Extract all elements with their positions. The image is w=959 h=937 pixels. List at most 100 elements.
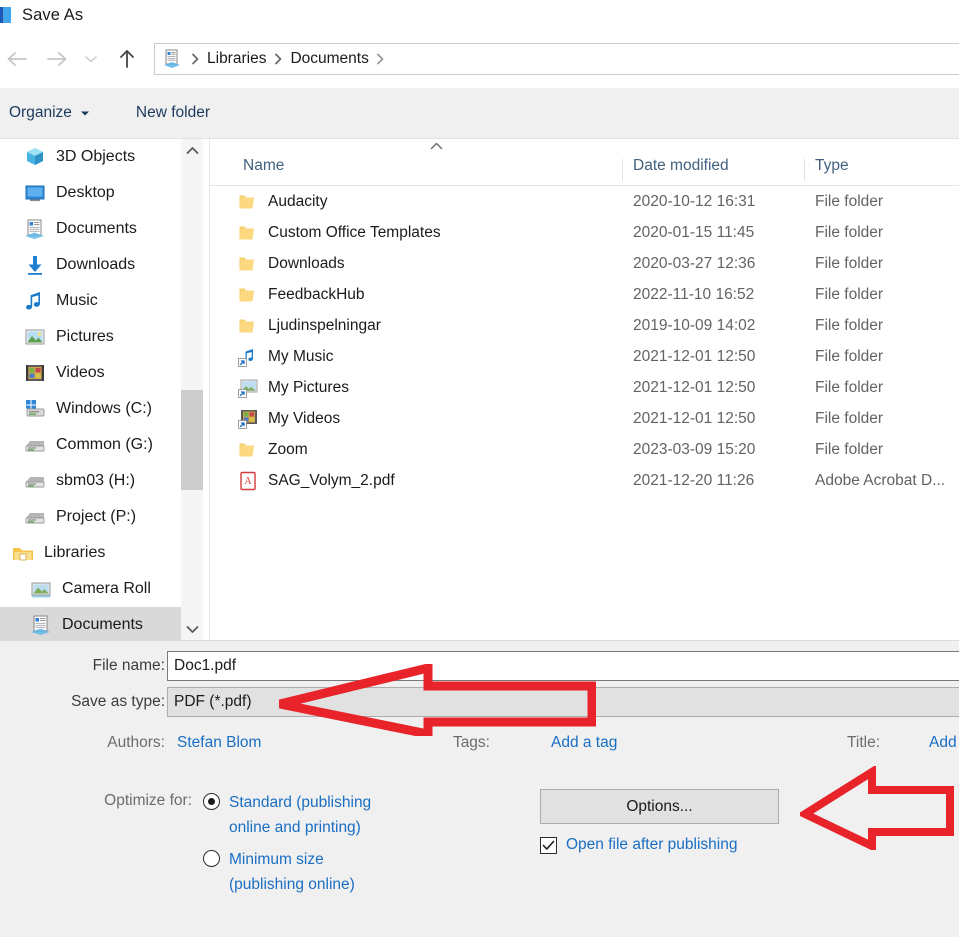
save-as-type-dropdown[interactable]: PDF (*.pdf)	[167, 687, 959, 717]
table-row[interactable]: FeedbackHub 2022-11-10 16:52 File folder	[210, 279, 959, 310]
network-drive-icon	[24, 506, 46, 528]
table-row[interactable]: My Videos 2021-12-01 12:50 File folder	[210, 403, 959, 434]
organize-button[interactable]: Organize	[3, 100, 96, 126]
documents-library-icon	[163, 49, 181, 69]
table-row[interactable]: My Pictures 2021-12-01 12:50 File folder	[210, 372, 959, 403]
save-as-dialog: Save As Libraries Documents Organize New…	[0, 0, 959, 937]
file-row-type-cell: File folder	[815, 254, 884, 272]
radio-standard-label: Standard (publishing online and printing…	[229, 790, 371, 840]
sidebar-item-desktop[interactable]: Desktop	[0, 175, 181, 211]
sidebar-item-camera-roll[interactable]: Camera Roll	[0, 571, 181, 607]
sidebar-item-videos[interactable]: Videos	[0, 355, 181, 391]
sort-ascending-chevron-icon	[428, 141, 444, 151]
sidebar-item-documents[interactable]: Documents	[0, 607, 181, 640]
table-row[interactable]: A SAG_Volym_2.pdf 2021-12-20 11:26 Adobe Ac…	[210, 465, 959, 496]
file-name-text: Downloads	[268, 254, 345, 272]
save-options-panel	[0, 640, 959, 937]
sidebar-item-pictures[interactable]: Pictures	[0, 319, 181, 355]
file-row-type-cell: File folder	[815, 440, 884, 458]
desktop-icon	[24, 182, 46, 204]
breadcrumb-separator-icon	[371, 49, 391, 69]
authors-value[interactable]: Stefan Blom	[177, 734, 261, 752]
file-list-rows: Audacity 2020-10-12 16:31 File folder Custo…	[210, 186, 959, 496]
file-row-date-cell: 2021-12-01 12:50	[633, 409, 756, 427]
breadcrumb-separator-icon	[268, 49, 288, 69]
sidebar-item-label: Common (G:)	[56, 436, 153, 453]
title-label: Title:	[846, 734, 880, 751]
sidebar-item-libraries[interactable]: Libraries	[0, 535, 181, 571]
table-row[interactable]: Zoom 2023-03-09 15:20 File folder	[210, 434, 959, 465]
sidebar-item-sbm03-h[interactable]: sbm03 (H:)	[0, 463, 181, 499]
column-header-type[interactable]: Type	[805, 157, 959, 185]
forward-arrow-icon[interactable]	[40, 42, 74, 76]
sidebar-item-downloads[interactable]: Downloads	[0, 247, 181, 283]
file-row-name-cell: FeedbackHub	[210, 285, 623, 305]
up-arrow-icon[interactable]	[110, 42, 144, 76]
table-row[interactable]: My Music 2021-12-01 12:50 File folder	[210, 341, 959, 372]
file-row-type-cell: File folder	[815, 316, 884, 334]
scroll-up-chevron-icon[interactable]	[181, 139, 203, 161]
camera-roll-icon	[30, 578, 52, 600]
tags-add-a-tag[interactable]: Add a tag	[551, 734, 617, 752]
sidebar-item-windows-c[interactable]: Windows (C:)	[0, 391, 181, 427]
organize-label: Organize	[9, 104, 72, 121]
column-header-name-label: Name	[243, 157, 285, 174]
back-arrow-icon[interactable]	[0, 42, 34, 76]
sidebar-item-3d-objects[interactable]: 3D Objects	[0, 139, 181, 175]
recent-locations-chevron-down-icon[interactable]	[78, 42, 104, 76]
folder-icon	[238, 223, 258, 243]
file-list-header: Name Date modified Type	[210, 139, 959, 186]
file-row-name-cell: Downloads	[210, 254, 623, 274]
scroll-down-chevron-icon[interactable]	[181, 618, 203, 640]
documents-icon	[24, 218, 46, 240]
column-header-date-modified[interactable]: Date modified	[623, 157, 805, 185]
sidebar-item-music[interactable]: Music	[0, 283, 181, 319]
videos-icon	[24, 362, 46, 384]
network-drive-icon	[24, 434, 46, 456]
column-header-type-label: Type	[815, 157, 849, 174]
sidebar-item-project-p[interactable]: Project (P:)	[0, 499, 181, 535]
radio-standard-indicator[interactable]	[203, 793, 220, 810]
sidebar-item-label: Music	[56, 292, 98, 309]
open-file-after-publishing-checkbox[interactable]: Open file after publishing	[540, 836, 737, 854]
file-row-date-cell: 2021-12-01 12:50	[633, 347, 756, 365]
file-row-type-cell: File folder	[815, 192, 884, 210]
checkbox-indicator[interactable]	[540, 836, 557, 854]
save-as-type-value: PDF (*.pdf)	[174, 693, 252, 710]
table-row[interactable]: Custom Office Templates 2020-01-15 11:45 F…	[210, 217, 959, 248]
file-name-text: Custom Office Templates	[268, 223, 441, 241]
breadcrumb-item-documents[interactable]: Documents	[288, 50, 370, 68]
file-row-type-cell: File folder	[815, 378, 884, 396]
column-header-name[interactable]: Name	[210, 157, 623, 185]
scrollbar-thumb[interactable]	[181, 390, 203, 490]
table-row[interactable]: Ljudinspelningar 2019-10-09 14:02 File fol…	[210, 310, 959, 341]
sidebar-item-label: 3D Objects	[56, 148, 136, 165]
file-name-input[interactable]: Doc1.pdf	[167, 651, 959, 681]
radio-minimum-size[interactable]: Minimum size (publishing online)	[203, 847, 355, 897]
navigation-pane-scrollbar[interactable]	[181, 139, 203, 640]
table-row[interactable]: Downloads 2020-03-27 12:36 File folder	[210, 248, 959, 279]
open-file-after-publishing-label: Open file after publishing	[566, 836, 738, 853]
title-value[interactable]: Add	[929, 734, 957, 752]
breadcrumb-item-libraries[interactable]: Libraries	[205, 50, 268, 68]
radio-standard[interactable]: Standard (publishing online and printing…	[203, 790, 371, 840]
new-folder-button[interactable]: New folder	[130, 100, 216, 126]
breadcrumb-separator-icon	[185, 49, 205, 69]
radio-minimum-label: Minimum size (publishing online)	[229, 847, 355, 897]
table-row[interactable]: Audacity 2020-10-12 16:31 File folder	[210, 186, 959, 217]
file-name-text: My Pictures	[268, 378, 349, 396]
sidebar-item-label: Documents	[56, 220, 137, 237]
music-icon	[24, 290, 46, 312]
file-row-name-cell: A SAG_Volym_2.pdf	[210, 471, 623, 491]
radio-minimum-indicator[interactable]	[203, 850, 220, 867]
sidebar-item-documents[interactable]: Documents	[0, 211, 181, 247]
sidebar-item-common-g[interactable]: Common (G:)	[0, 427, 181, 463]
file-name-value: Doc1.pdf	[174, 657, 237, 674]
libraries-icon	[12, 542, 34, 564]
options-button[interactable]: Options...	[540, 789, 779, 824]
breadcrumb[interactable]: Libraries Documents	[154, 43, 959, 75]
file-name-text: SAG_Volym_2.pdf	[268, 471, 395, 489]
options-button-label: Options...	[626, 797, 693, 815]
file-row-date-cell: 2020-10-12 16:31	[633, 192, 756, 210]
checkmark-icon	[542, 840, 555, 850]
